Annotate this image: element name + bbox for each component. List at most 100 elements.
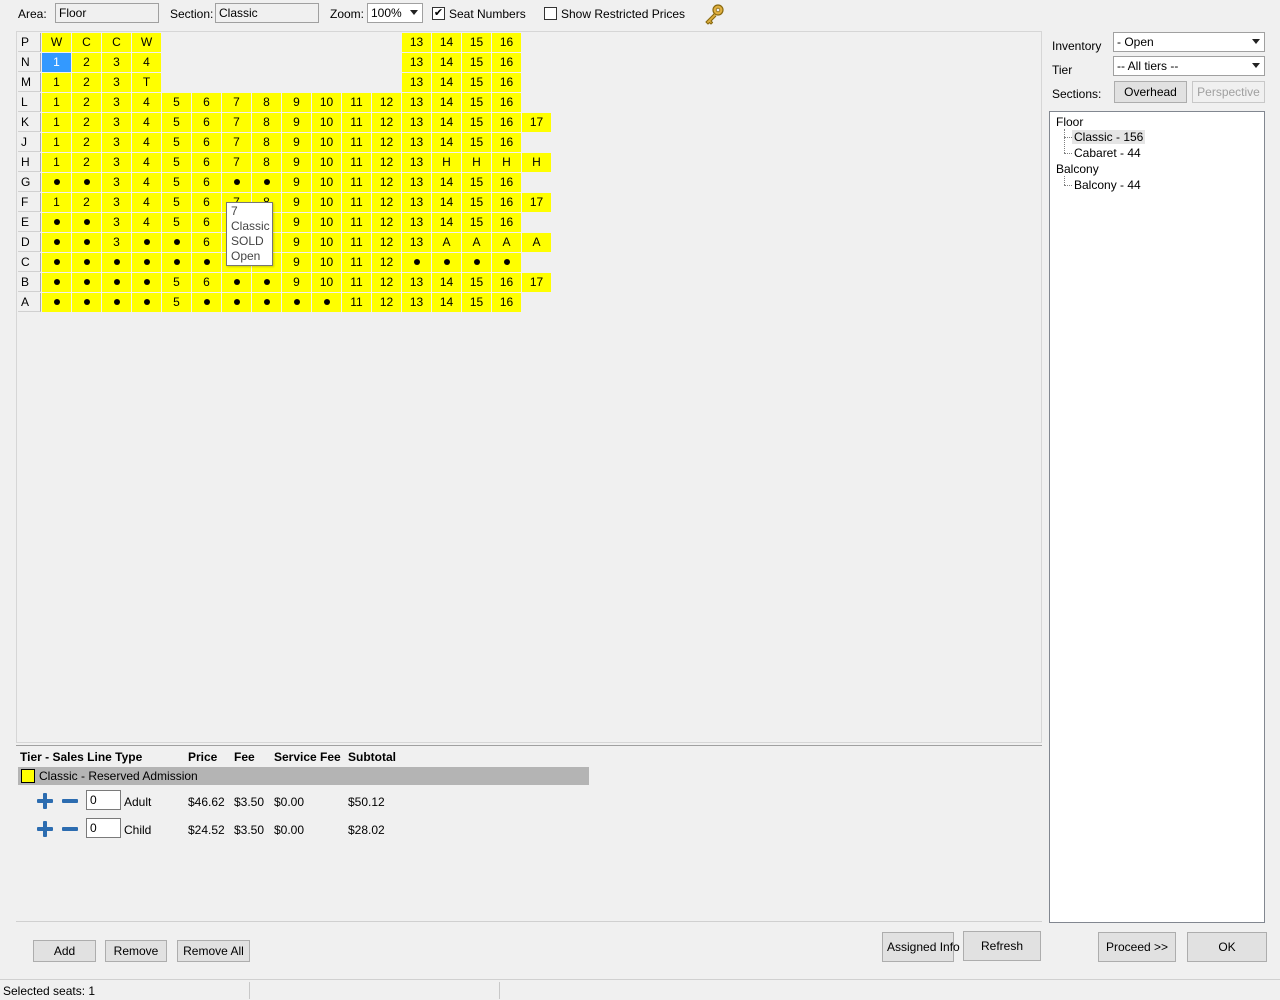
seat-sold[interactable] [42,173,71,192]
seat-sold[interactable] [192,253,221,272]
seat[interactable]: 2 [72,93,101,112]
seat[interactable]: 5 [162,153,191,172]
seat[interactable]: 9 [282,213,311,232]
seat[interactable]: 16 [492,293,521,312]
seat[interactable]: 15 [462,273,491,292]
minus-icon[interactable] [62,799,78,803]
seat-sold[interactable] [432,253,461,272]
seat[interactable]: 1 [42,193,71,212]
seat-sold[interactable] [312,293,341,312]
seat-numbers-checkbox[interactable]: ✔ [432,7,445,20]
seat[interactable]: 16 [492,53,521,72]
seat[interactable]: 3 [102,193,131,212]
seat[interactable]: 10 [312,273,341,292]
seat-sold[interactable] [72,253,101,272]
seat[interactable]: 2 [72,53,101,72]
seat-sold[interactable] [72,173,101,192]
area-field[interactable]: Floor [55,3,159,23]
seat-sold[interactable] [72,233,101,252]
seat[interactable]: 17 [522,113,551,132]
seat[interactable]: 14 [432,33,461,52]
seat-sold[interactable] [72,293,101,312]
tier-select[interactable]: -- All tiers -- [1113,56,1265,76]
seat[interactable]: 3 [102,153,131,172]
seat[interactable]: 17 [522,273,551,292]
assigned-info-button[interactable]: Assigned Info [882,932,960,962]
seat[interactable]: 15 [462,293,491,312]
seat[interactable]: C [102,33,131,52]
tree-node-balcony[interactable]: Balcony [1056,162,1099,176]
seat[interactable]: 14 [432,53,461,72]
seat-numbers-label[interactable]: Seat Numbers [449,7,526,21]
seat[interactable]: 15 [462,133,491,152]
seat[interactable]: 14 [432,213,461,232]
seat[interactable]: 11 [342,213,371,232]
seat[interactable]: 12 [372,293,401,312]
seat-sold[interactable] [222,173,251,192]
seat[interactable]: T [132,73,161,92]
seat[interactable]: 14 [432,173,461,192]
seat[interactable]: 14 [432,273,461,292]
seat[interactable]: 12 [372,193,401,212]
seat[interactable]: 15 [462,113,491,132]
seat[interactable]: 6 [192,93,221,112]
seat[interactable]: 4 [132,93,161,112]
seat[interactable]: 11 [342,93,371,112]
seat-sold[interactable] [282,293,311,312]
seat[interactable]: 1 [42,153,71,172]
plus-icon[interactable] [37,793,53,809]
seat[interactable]: 12 [372,233,401,252]
seat[interactable]: 7 [222,93,251,112]
seat[interactable]: 11 [342,153,371,172]
seat[interactable]: 2 [72,153,101,172]
seat[interactable]: 13 [402,93,431,112]
seat-sold[interactable] [42,273,71,292]
seat[interactable]: 11 [342,273,371,292]
seat[interactable]: 13 [402,33,431,52]
seat[interactable]: 14 [432,93,461,112]
seat-sold[interactable] [42,213,71,232]
seat[interactable]: A [462,233,491,252]
plus-icon[interactable] [37,821,53,837]
seat[interactable]: 15 [462,213,491,232]
seat-sold[interactable] [462,253,491,272]
seat-sold[interactable] [252,273,281,292]
seat[interactable]: 6 [192,233,221,252]
seat[interactable]: 17 [522,193,551,212]
seat[interactable]: 10 [312,113,341,132]
sections-tree[interactable]: Floor Classic - 156 Cabaret - 44 Balcony… [1049,111,1265,923]
seat[interactable]: 5 [162,113,191,132]
seat[interactable]: 13 [402,233,431,252]
refresh-button[interactable]: Refresh [963,931,1041,961]
seat[interactable]: 13 [402,113,431,132]
seat[interactable]: 3 [102,233,131,252]
seat[interactable]: 13 [402,53,431,72]
seat[interactable]: 7 [222,113,251,132]
seat[interactable]: 11 [342,193,371,212]
seat-sold[interactable] [162,253,191,272]
minus-icon[interactable] [62,827,78,831]
seat[interactable]: 5 [162,193,191,212]
seat[interactable]: 6 [192,173,221,192]
seat[interactable]: 15 [462,33,491,52]
seat[interactable]: 4 [132,113,161,132]
seat-sold[interactable] [252,293,281,312]
seat[interactable]: H [432,153,461,172]
seat-sold[interactable] [72,273,101,292]
seat[interactable]: 16 [492,133,521,152]
seat-sold[interactable] [102,293,131,312]
seat[interactable]: 9 [282,253,311,272]
seat[interactable]: H [522,153,551,172]
seat[interactable]: 14 [432,193,461,212]
seat-selected[interactable]: 1 [42,53,71,72]
seat[interactable]: W [132,33,161,52]
seat[interactable]: 9 [282,133,311,152]
seat[interactable]: 5 [162,213,191,232]
key-icon[interactable] [702,3,726,29]
seat[interactable]: 13 [402,293,431,312]
seat[interactable]: 9 [282,273,311,292]
seat[interactable]: 9 [282,93,311,112]
seat[interactable]: 16 [492,113,521,132]
seat[interactable]: 4 [132,153,161,172]
seat[interactable]: 14 [432,73,461,92]
